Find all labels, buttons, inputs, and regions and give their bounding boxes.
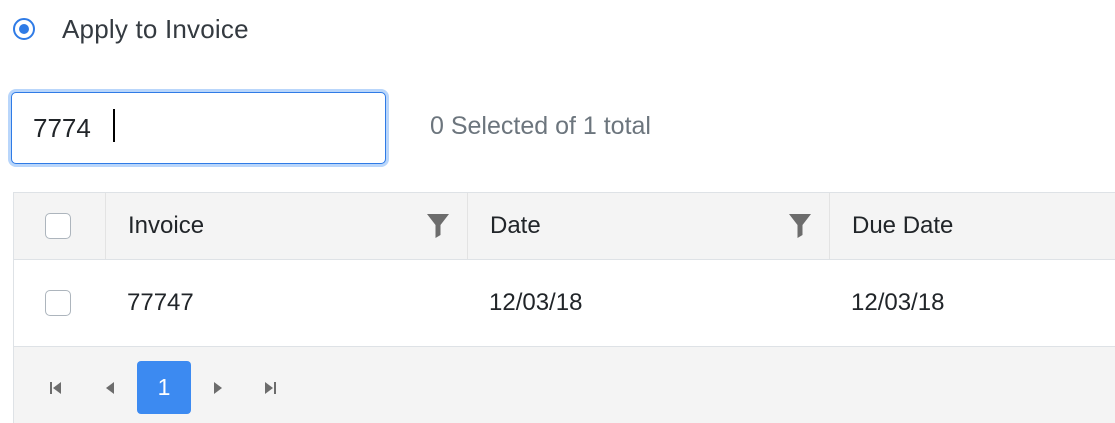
selection-status: 0 Selected of 1 total [430, 112, 651, 140]
apply-to-invoice-radio[interactable] [13, 18, 35, 40]
column-header-due-date[interactable]: Due Date [829, 193, 1115, 259]
column-header-label: Invoice [128, 212, 205, 239]
last-page-button[interactable] [252, 361, 288, 414]
last-page-icon [263, 381, 277, 395]
next-page-icon [211, 381, 225, 395]
invoice-cell: 77747 [127, 289, 194, 316]
filter-icon[interactable] [427, 214, 449, 238]
first-page-button[interactable] [38, 361, 74, 414]
invoice-grid: Invoice Date Due Date 77747 12/03/18 12/… [13, 192, 1115, 423]
filter-icon[interactable] [789, 214, 811, 238]
next-page-button[interactable] [200, 361, 236, 414]
row-checkbox[interactable] [45, 290, 71, 316]
date-cell: 12/03/18 [489, 289, 583, 316]
text-caret [113, 109, 115, 142]
select-all-checkbox[interactable] [45, 213, 71, 239]
previous-page-button[interactable] [92, 361, 128, 414]
previous-page-icon [103, 381, 117, 395]
column-header-label: Date [490, 212, 541, 239]
radio-selected-dot [19, 24, 29, 34]
grid-header: Invoice Date Due Date [14, 193, 1115, 260]
first-page-icon [49, 381, 63, 395]
page-number-button[interactable]: 1 [137, 361, 191, 414]
header-select-cell [14, 193, 105, 259]
invoice-search-field[interactable] [11, 92, 386, 164]
apply-to-invoice-label: Apply to Invoice [62, 13, 249, 44]
due-date-cell: 12/03/18 [851, 289, 945, 316]
table-row[interactable]: 77747 12/03/18 12/03/18 [14, 260, 1115, 347]
column-header-label: Due Date [852, 212, 954, 239]
column-header-invoice[interactable]: Invoice [105, 193, 467, 259]
invoice-application-panel: Apply to Invoice 0 Selected of 1 total I… [0, 0, 1115, 423]
grid-pager: 1 [14, 347, 1115, 423]
column-header-date[interactable]: Date [467, 193, 829, 259]
invoice-search-input[interactable] [12, 93, 385, 163]
row-select-cell [14, 260, 105, 346]
apply-to-invoice-option[interactable]: Apply to Invoice [13, 10, 249, 48]
